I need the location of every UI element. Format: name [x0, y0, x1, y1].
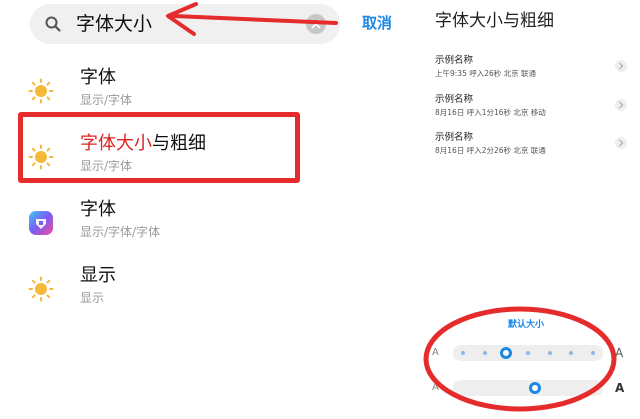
sample-detail: 上午9:35 呼入26秒 北京 联通 [435, 69, 537, 78]
result-title: 字体 [80, 67, 116, 88]
chevron-right-icon [615, 137, 627, 149]
search-input[interactable]: 字体大小 [76, 11, 152, 37]
result-path: 显示 [80, 291, 105, 305]
sample-call-item: 示例名称 上午9:35 呼入26秒 北京 联通 [435, 54, 635, 90]
page-title: 字体大小与粗细 [435, 11, 554, 31]
sample-name: 示例名称 [435, 55, 474, 66]
result-path: 显示/字体/字体 [80, 225, 161, 239]
sun-icon [28, 78, 54, 104]
theme-app-icon [29, 211, 53, 235]
sample-detail: 8月16日 呼入2分26秒 北京 联通 [435, 146, 546, 155]
result-title: 显示 [80, 265, 116, 286]
sample-detail: 8月16日 呼入1分16秒 北京 移动 [435, 108, 546, 117]
sun-icon [28, 276, 54, 302]
sample-call-item: 示例名称 8月16日 呼入1分16秒 北京 移动 [435, 93, 635, 129]
sample-call-item: 示例名称 8月16日 呼入2分26秒 北京 联通 [435, 131, 635, 167]
annotation-arrow [166, 2, 338, 36]
sample-name: 示例名称 [435, 94, 474, 105]
annotation-highlight-box [18, 112, 300, 183]
search-result-item[interactable]: 显示 显示 [0, 260, 420, 320]
annotation-ellipse [423, 306, 617, 412]
search-results-panel: 字体大小 取消 字体 显示/字体 字体大小与粗细 显示/字体 字体 显示/字体/… [0, 0, 420, 419]
result-title: 字体 [80, 199, 116, 220]
result-path: 显示/字体 [80, 93, 133, 107]
search-result-item[interactable]: 字体 显示/字体/字体 [0, 194, 420, 254]
cancel-button[interactable]: 取消 [362, 13, 392, 33]
search-icon [45, 16, 61, 32]
chevron-right-icon [615, 99, 627, 111]
sample-name: 示例名称 [435, 132, 474, 143]
chevron-right-icon [615, 60, 627, 72]
